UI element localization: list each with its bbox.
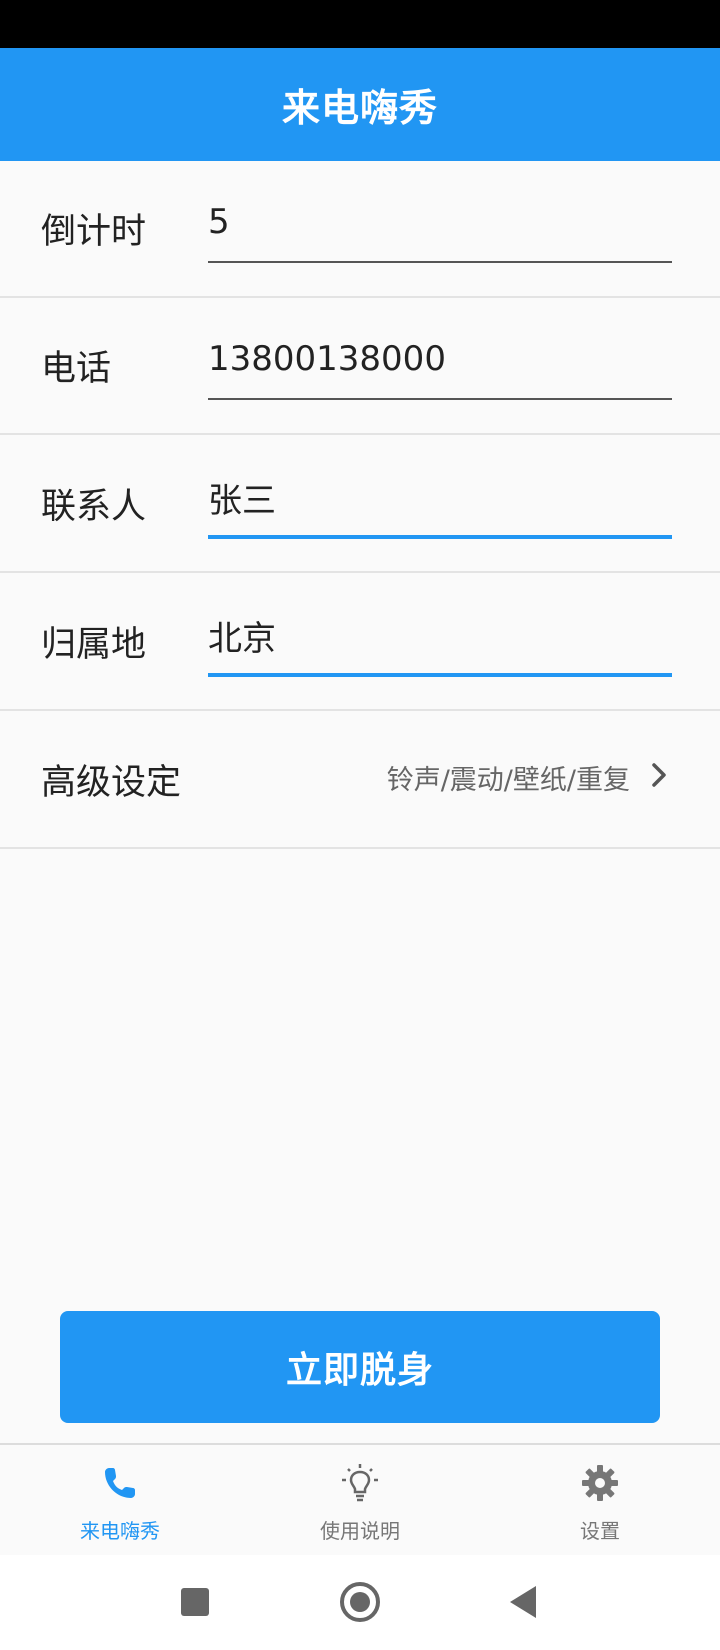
- location-label: 归属地: [41, 625, 147, 665]
- gear-icon: [582, 1465, 618, 1501]
- app-title: 来电嗨秀: [281, 86, 438, 130]
- nav-item-settings[interactable]: 设置: [480, 1445, 720, 1555]
- back-triangle-icon[interactable]: [500, 1577, 550, 1627]
- system-navigation-bar: [0, 1555, 720, 1650]
- nav-item-call-show[interactable]: 来电嗨秀: [0, 1445, 240, 1555]
- nav-label-call-show: 来电嗨秀: [80, 1519, 160, 1543]
- contact-label: 联系人: [41, 487, 147, 527]
- app-bar: 来电嗨秀: [0, 48, 720, 161]
- bottom-nav: 来电嗨秀 使用说明 设置: [0, 1443, 720, 1555]
- nav-label-settings: 设置: [580, 1519, 620, 1543]
- location-input[interactable]: [208, 604, 672, 666]
- chevron-right-icon: [652, 763, 666, 787]
- contact-input[interactable]: [208, 466, 672, 528]
- phone-input[interactable]: [208, 328, 672, 390]
- countdown-row: 倒计时: [0, 161, 720, 298]
- advanced-settings-label: 高级设定: [41, 763, 182, 803]
- countdown-label: 倒计时: [41, 212, 147, 252]
- location-row: 归属地: [0, 574, 720, 711]
- advanced-settings-summary: 铃声/震动/壁纸/重复: [386, 765, 630, 796]
- phone-underline: [208, 398, 672, 400]
- recents-square-icon[interactable]: [170, 1577, 220, 1627]
- contact-underline: [208, 535, 672, 539]
- home-circle-icon[interactable]: [335, 1577, 385, 1627]
- escape-now-button[interactable]: 立即脱身: [60, 1311, 660, 1423]
- nav-label-instructions: 使用说明: [320, 1519, 400, 1543]
- nav-item-instructions[interactable]: 使用说明: [240, 1445, 480, 1555]
- phone-row: 电话: [0, 298, 720, 435]
- lightbulb-icon: [342, 1464, 378, 1502]
- countdown-underline: [208, 261, 672, 263]
- phone-label: 电话: [41, 349, 112, 389]
- status-bar: [0, 0, 720, 48]
- location-underline: [208, 673, 672, 677]
- advanced-settings-row[interactable]: 高级设定 铃声/震动/壁纸/重复: [0, 712, 720, 849]
- contact-row: 联系人: [0, 436, 720, 573]
- countdown-input[interactable]: [208, 191, 672, 253]
- phone-icon: [105, 1468, 135, 1498]
